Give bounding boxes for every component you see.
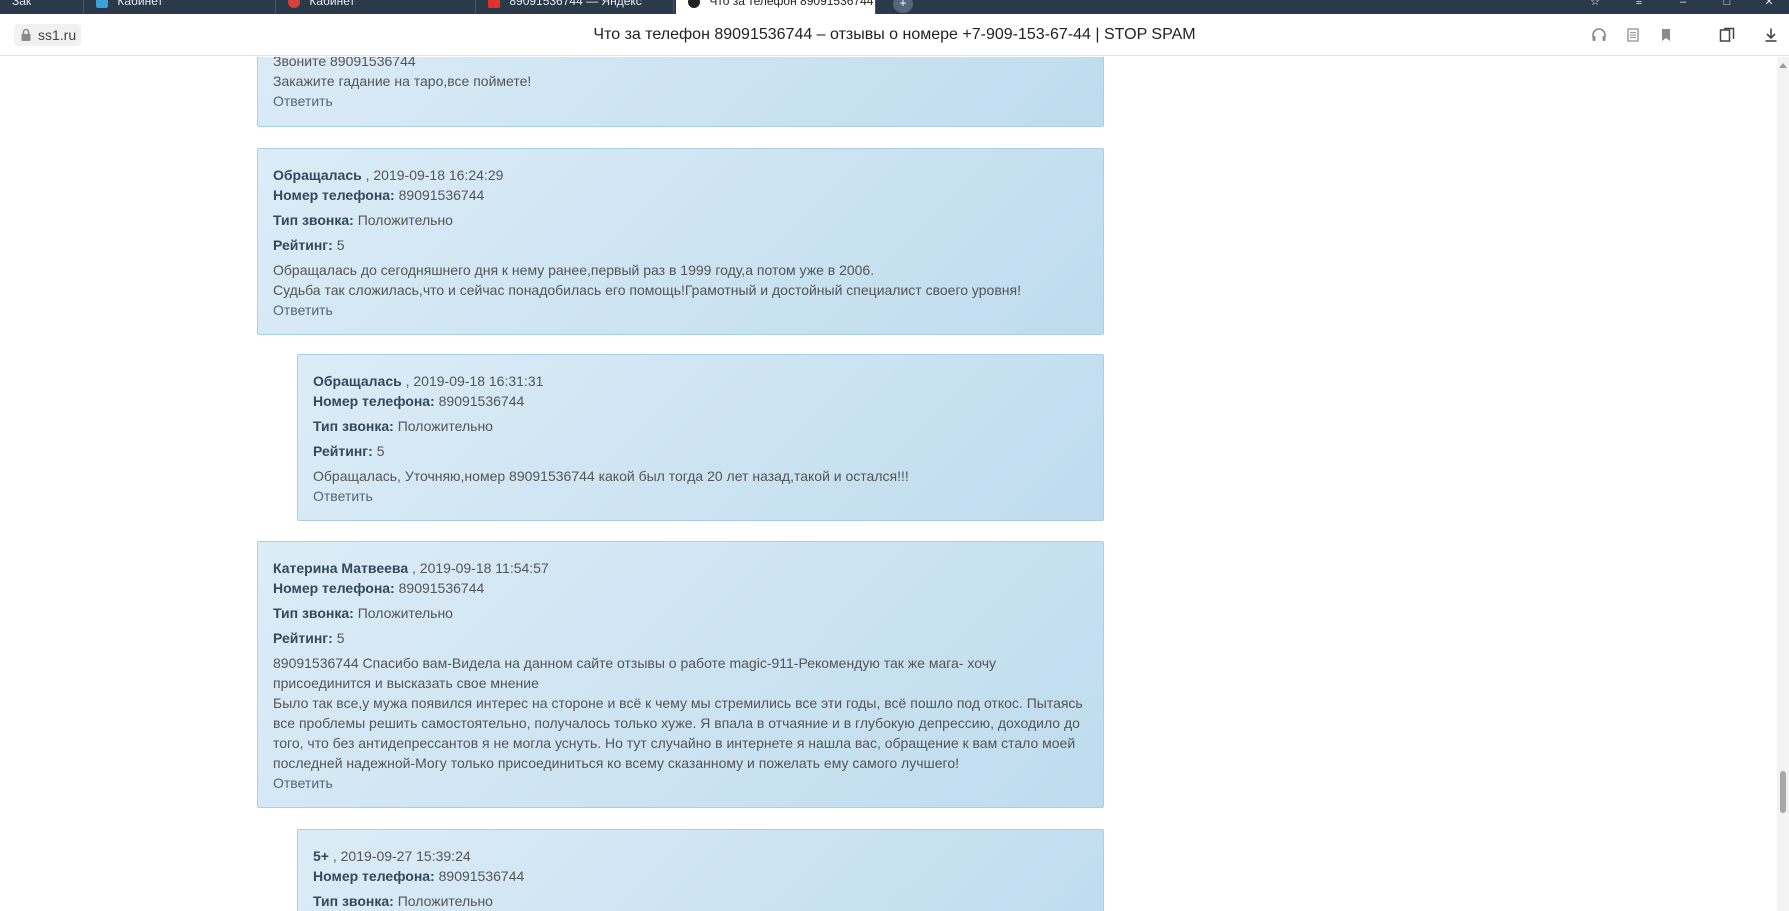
call-type-label: Тип звонка: bbox=[313, 418, 394, 434]
page-scrollbar[interactable] bbox=[1777, 57, 1789, 911]
minimize-window-button[interactable]: – bbox=[1668, 0, 1698, 12]
menu-icon[interactable]: ≡ bbox=[1624, 0, 1654, 12]
url-field[interactable]: ss1.ru bbox=[14, 24, 82, 46]
site-favicon-icon bbox=[96, 0, 108, 8]
review-author: 5+ bbox=[313, 848, 329, 864]
browser-tab[interactable]: Кабинет bbox=[84, 0, 276, 14]
browser-tab-strip: Зак Кабинет Кабинет 89091536744 — Яндекс… bbox=[0, 0, 1789, 14]
review-text-line: присоединится и высказать свое мнение bbox=[273, 675, 539, 691]
review-text-line: Обращалась, Уточняю,номер 89091536744 ка… bbox=[313, 468, 909, 484]
reply-card: 5+ , 2019-09-27 15:39:24 Номер телефона:… bbox=[297, 829, 1104, 911]
scrollbar-thumb[interactable] bbox=[1780, 771, 1786, 813]
reply-card: Обращалась , 2019-09-18 16:31:31 Номер т… bbox=[297, 354, 1104, 521]
close-window-button[interactable]: ✕ bbox=[1754, 0, 1784, 12]
review-card: Звоните 89091536744 Закажите гадание на … bbox=[257, 57, 1104, 127]
review-date: , 2019-09-27 15:39:24 bbox=[332, 848, 471, 864]
reply-link[interactable]: Ответить bbox=[313, 486, 373, 506]
rating-label: Рейтинг: bbox=[313, 443, 373, 459]
page-content: Звоните 89091536744 Закажите гадание на … bbox=[0, 57, 1777, 911]
phone-number: 89091536744 bbox=[398, 187, 485, 203]
address-bar: ss1.ru Что за телефон 89091536744 – отзы… bbox=[0, 14, 1789, 56]
url-domain: ss1.ru bbox=[38, 27, 77, 43]
review-author: Катерина Матвеева bbox=[273, 560, 409, 576]
rating-value: 5 bbox=[336, 630, 345, 646]
bookmark-star-icon[interactable]: ☆ bbox=[1580, 0, 1610, 12]
call-type-label: Тип звонка: bbox=[273, 212, 354, 228]
call-type-label: Тип звонка: bbox=[313, 893, 394, 909]
reader-mode-icon[interactable] bbox=[1624, 26, 1642, 44]
reply-link[interactable]: Ответить bbox=[273, 91, 333, 111]
review-text-line: Звоните 89091536744 bbox=[273, 57, 416, 69]
tab-label: Что за телефон 89091536744 bbox=[709, 0, 874, 8]
review-text-line: Было так все,у мужа появился интерес на … bbox=[273, 695, 1083, 711]
tab-label: Кабинет bbox=[117, 0, 163, 8]
yandex-favicon-icon bbox=[488, 0, 500, 8]
phone-favicon-icon bbox=[688, 0, 700, 8]
phone-number: 89091536744 bbox=[438, 393, 525, 409]
tab-label: 89091536744 — Яндекс bbox=[509, 0, 642, 8]
rating-label: Рейтинг: bbox=[273, 630, 333, 646]
browser-tab[interactable]: Зак bbox=[0, 0, 84, 14]
bookmark-icon[interactable] bbox=[1657, 26, 1675, 44]
review-text-line: 89091536744 Спасибо вам-Видела на данном… bbox=[273, 655, 997, 671]
review-author: Обращалась bbox=[273, 167, 362, 183]
review-text-line: Обращалась до сегодняшнего дня к нему ра… bbox=[273, 262, 875, 278]
phone-label: Номер телефона: bbox=[273, 187, 395, 203]
collections-icon[interactable] bbox=[1718, 26, 1736, 44]
tab-label: Зак bbox=[12, 0, 32, 8]
phone-number: 89091536744 bbox=[398, 580, 485, 596]
review-date: , 2019-09-18 11:54:57 bbox=[412, 560, 549, 576]
site-favicon-icon bbox=[288, 0, 300, 8]
phone-label: Номер телефона: bbox=[313, 393, 435, 409]
call-type-label: Тип звонка: bbox=[273, 605, 354, 621]
tab-label: Кабинет bbox=[309, 0, 355, 8]
review-date: , 2019-09-18 16:24:29 bbox=[365, 167, 504, 183]
browser-tab-active[interactable]: Что за телефон 89091536744 bbox=[676, 0, 876, 14]
review-text-line: последней надежной-Могу только присоедин… bbox=[273, 755, 959, 771]
browser-tab[interactable]: 89091536744 — Яндекс bbox=[476, 0, 674, 14]
lock-icon bbox=[21, 28, 31, 41]
phone-label: Номер телефона: bbox=[273, 580, 395, 596]
phone-label: Номер телефона: bbox=[313, 868, 435, 884]
call-type-value: Положительно bbox=[397, 418, 493, 434]
rating-value: 5 bbox=[376, 443, 385, 459]
review-date: , 2019-09-18 16:31:31 bbox=[405, 373, 544, 389]
reply-link[interactable]: Ответить bbox=[273, 300, 333, 320]
downloads-icon[interactable] bbox=[1762, 26, 1780, 44]
review-text-line: Закажите гадание на таро,все поймете! bbox=[273, 73, 532, 89]
call-type-value: Положительно bbox=[357, 605, 453, 621]
call-type-value: Положительно bbox=[357, 212, 453, 228]
maximize-window-button[interactable]: □ bbox=[1712, 0, 1742, 12]
rating-value: 5 bbox=[336, 237, 345, 253]
review-card: Обращалась , 2019-09-18 16:24:29 Номер т… bbox=[257, 148, 1104, 335]
new-tab-button[interactable]: + bbox=[893, 0, 913, 13]
review-card: Катерина Матвеева , 2019-09-18 11:54:57 … bbox=[257, 541, 1104, 808]
review-text-line: Судьба так сложилась,что и сейчас понадо… bbox=[273, 282, 1021, 298]
headphones-icon[interactable] bbox=[1590, 26, 1608, 44]
page-title: Что за телефон 89091536744 – отзывы о но… bbox=[593, 26, 1196, 43]
review-text-line: того, что без антидепрессантов я не могл… bbox=[273, 735, 1076, 751]
rating-label: Рейтинг: bbox=[273, 237, 333, 253]
scroll-up-arrow-icon[interactable] bbox=[1779, 63, 1787, 68]
browser-tab[interactable]: Кабинет bbox=[276, 0, 476, 14]
call-type-value: Положительно bbox=[397, 893, 493, 909]
phone-number: 89091536744 bbox=[438, 868, 525, 884]
review-author: Обращалась bbox=[313, 373, 402, 389]
reply-link[interactable]: Ответить bbox=[273, 773, 333, 793]
review-text-line: все проблемы решить самостоятельно, полу… bbox=[273, 715, 1080, 731]
